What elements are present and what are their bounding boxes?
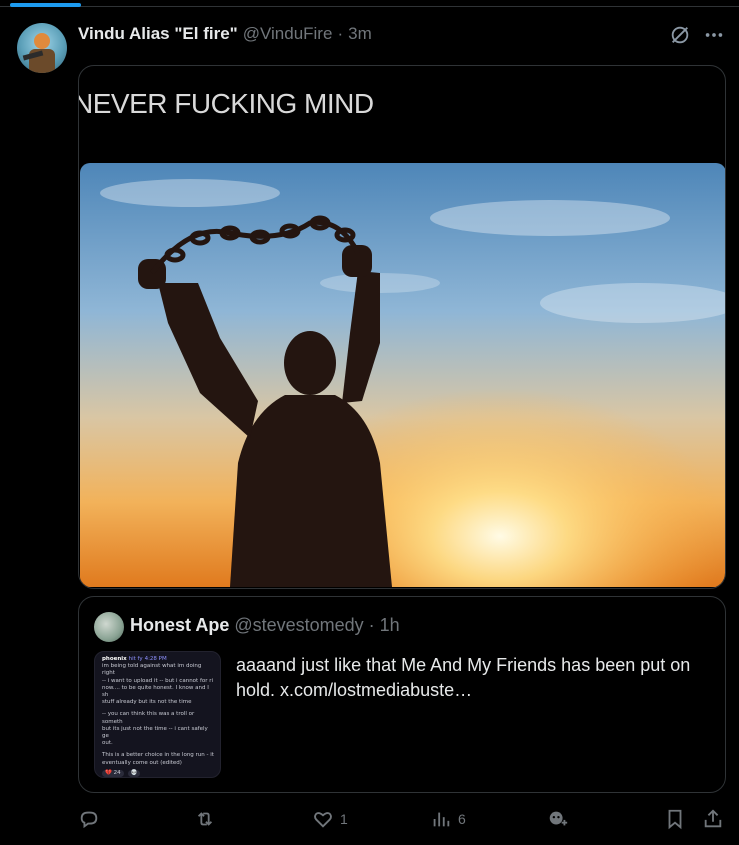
quoted-author-handle[interactable]: @stevestomedy — [234, 615, 363, 636]
thumbnail-username: phoenix hit fy 4:28 PM — [102, 656, 215, 663]
more-icon[interactable] — [703, 24, 725, 46]
bookmark-icon — [668, 809, 682, 830]
tweet-time[interactable]: 3m — [348, 24, 372, 44]
thumbnail-line: out. — [102, 740, 113, 747]
grok-analyze-icon — [549, 811, 568, 826]
author-handle[interactable]: @VinduFire — [243, 24, 333, 44]
loading-progress-bar — [10, 3, 81, 7]
media-caption-text: NEVER FUCKING MIND — [78, 88, 374, 119]
author-avatar[interactable] — [17, 23, 67, 73]
thumbnail-line: -- you can think this was a troll or som… — [102, 711, 195, 725]
thumbnail-line: This is a better choice in the long run … — [102, 752, 214, 759]
thumbnail-line: -- i want to upload it -- but i cannot f… — [102, 677, 214, 684]
thumbnail-line: now.... to be quite honest. I know and I… — [102, 684, 209, 699]
grok-icon[interactable] — [669, 24, 691, 46]
quoted-media-thumbnail[interactable]: phoenix hit fy 4:28 PM im being told aga… — [94, 651, 221, 778]
author-name[interactable]: Vindu Alias "El fire" — [78, 24, 238, 44]
share-icon — [704, 809, 722, 828]
views-count: 6 — [458, 811, 466, 827]
thumbnail-line: eventually come out (edited) — [102, 759, 182, 766]
thumbnail-user: phoenix — [102, 656, 127, 662]
thumbnail-user-tag: hit fy — [128, 656, 143, 662]
share-button[interactable] — [702, 808, 724, 830]
quoted-author-name[interactable]: Honest Ape — [130, 615, 229, 636]
header-separator: · — [337, 24, 344, 43]
thumbnail-line: stuff already but its not the time — [102, 699, 192, 706]
thumbnail-time: 4:28 PM — [144, 656, 167, 662]
views-button[interactable]: 6 — [430, 808, 466, 830]
quoted-tweet-header: Honest Ape @stevestomedy · 1h — [130, 615, 400, 636]
quoted-tweet-text: aaaand just like that Me And My Friends … — [236, 655, 691, 700]
thumbnail-reactions: 💔 24 💀 — [102, 769, 215, 777]
thumbnail-chat-message: phoenix hit fy 4:28 PM im being told aga… — [97, 652, 220, 777]
top-divider — [0, 6, 739, 7]
tweet-media[interactable]: NEVER FUCKING MIND — [78, 65, 726, 589]
like-button[interactable]: 1 — [312, 808, 348, 830]
quoted-header-separator: · — [368, 615, 375, 635]
avatar-figure-head — [34, 33, 50, 49]
sunset-chain-photo — [80, 163, 725, 587]
quoted-tweet-time[interactable]: 1h — [380, 615, 400, 636]
thumbnail-line: but its just not the time -- i cant safe… — [102, 725, 208, 740]
like-icon — [314, 812, 332, 828]
quoted-tweet[interactable]: Honest Ape @stevestomedy · 1h phoenix hi… — [78, 596, 726, 793]
reply-icon — [80, 811, 98, 829]
repost-icon — [197, 812, 213, 826]
thumbnail-line: im being told against what im doing righ… — [102, 663, 202, 677]
views-icon — [433, 812, 450, 827]
action-bar: 1 6 — [78, 808, 726, 834]
repost-button[interactable] — [194, 808, 222, 830]
reply-button[interactable] — [78, 808, 106, 830]
tweet-header: Vindu Alias "El fire" @VinduFire · 3m — [78, 23, 372, 45]
thumbnail-reaction: 💔 24 — [102, 769, 124, 777]
like-count: 1 — [340, 811, 348, 827]
grok-analyze-button[interactable] — [547, 808, 569, 830]
quoted-author-avatar[interactable] — [94, 612, 124, 642]
bookmark-button[interactable] — [664, 808, 686, 830]
thumbnail-reaction: 💀 — [127, 769, 141, 777]
